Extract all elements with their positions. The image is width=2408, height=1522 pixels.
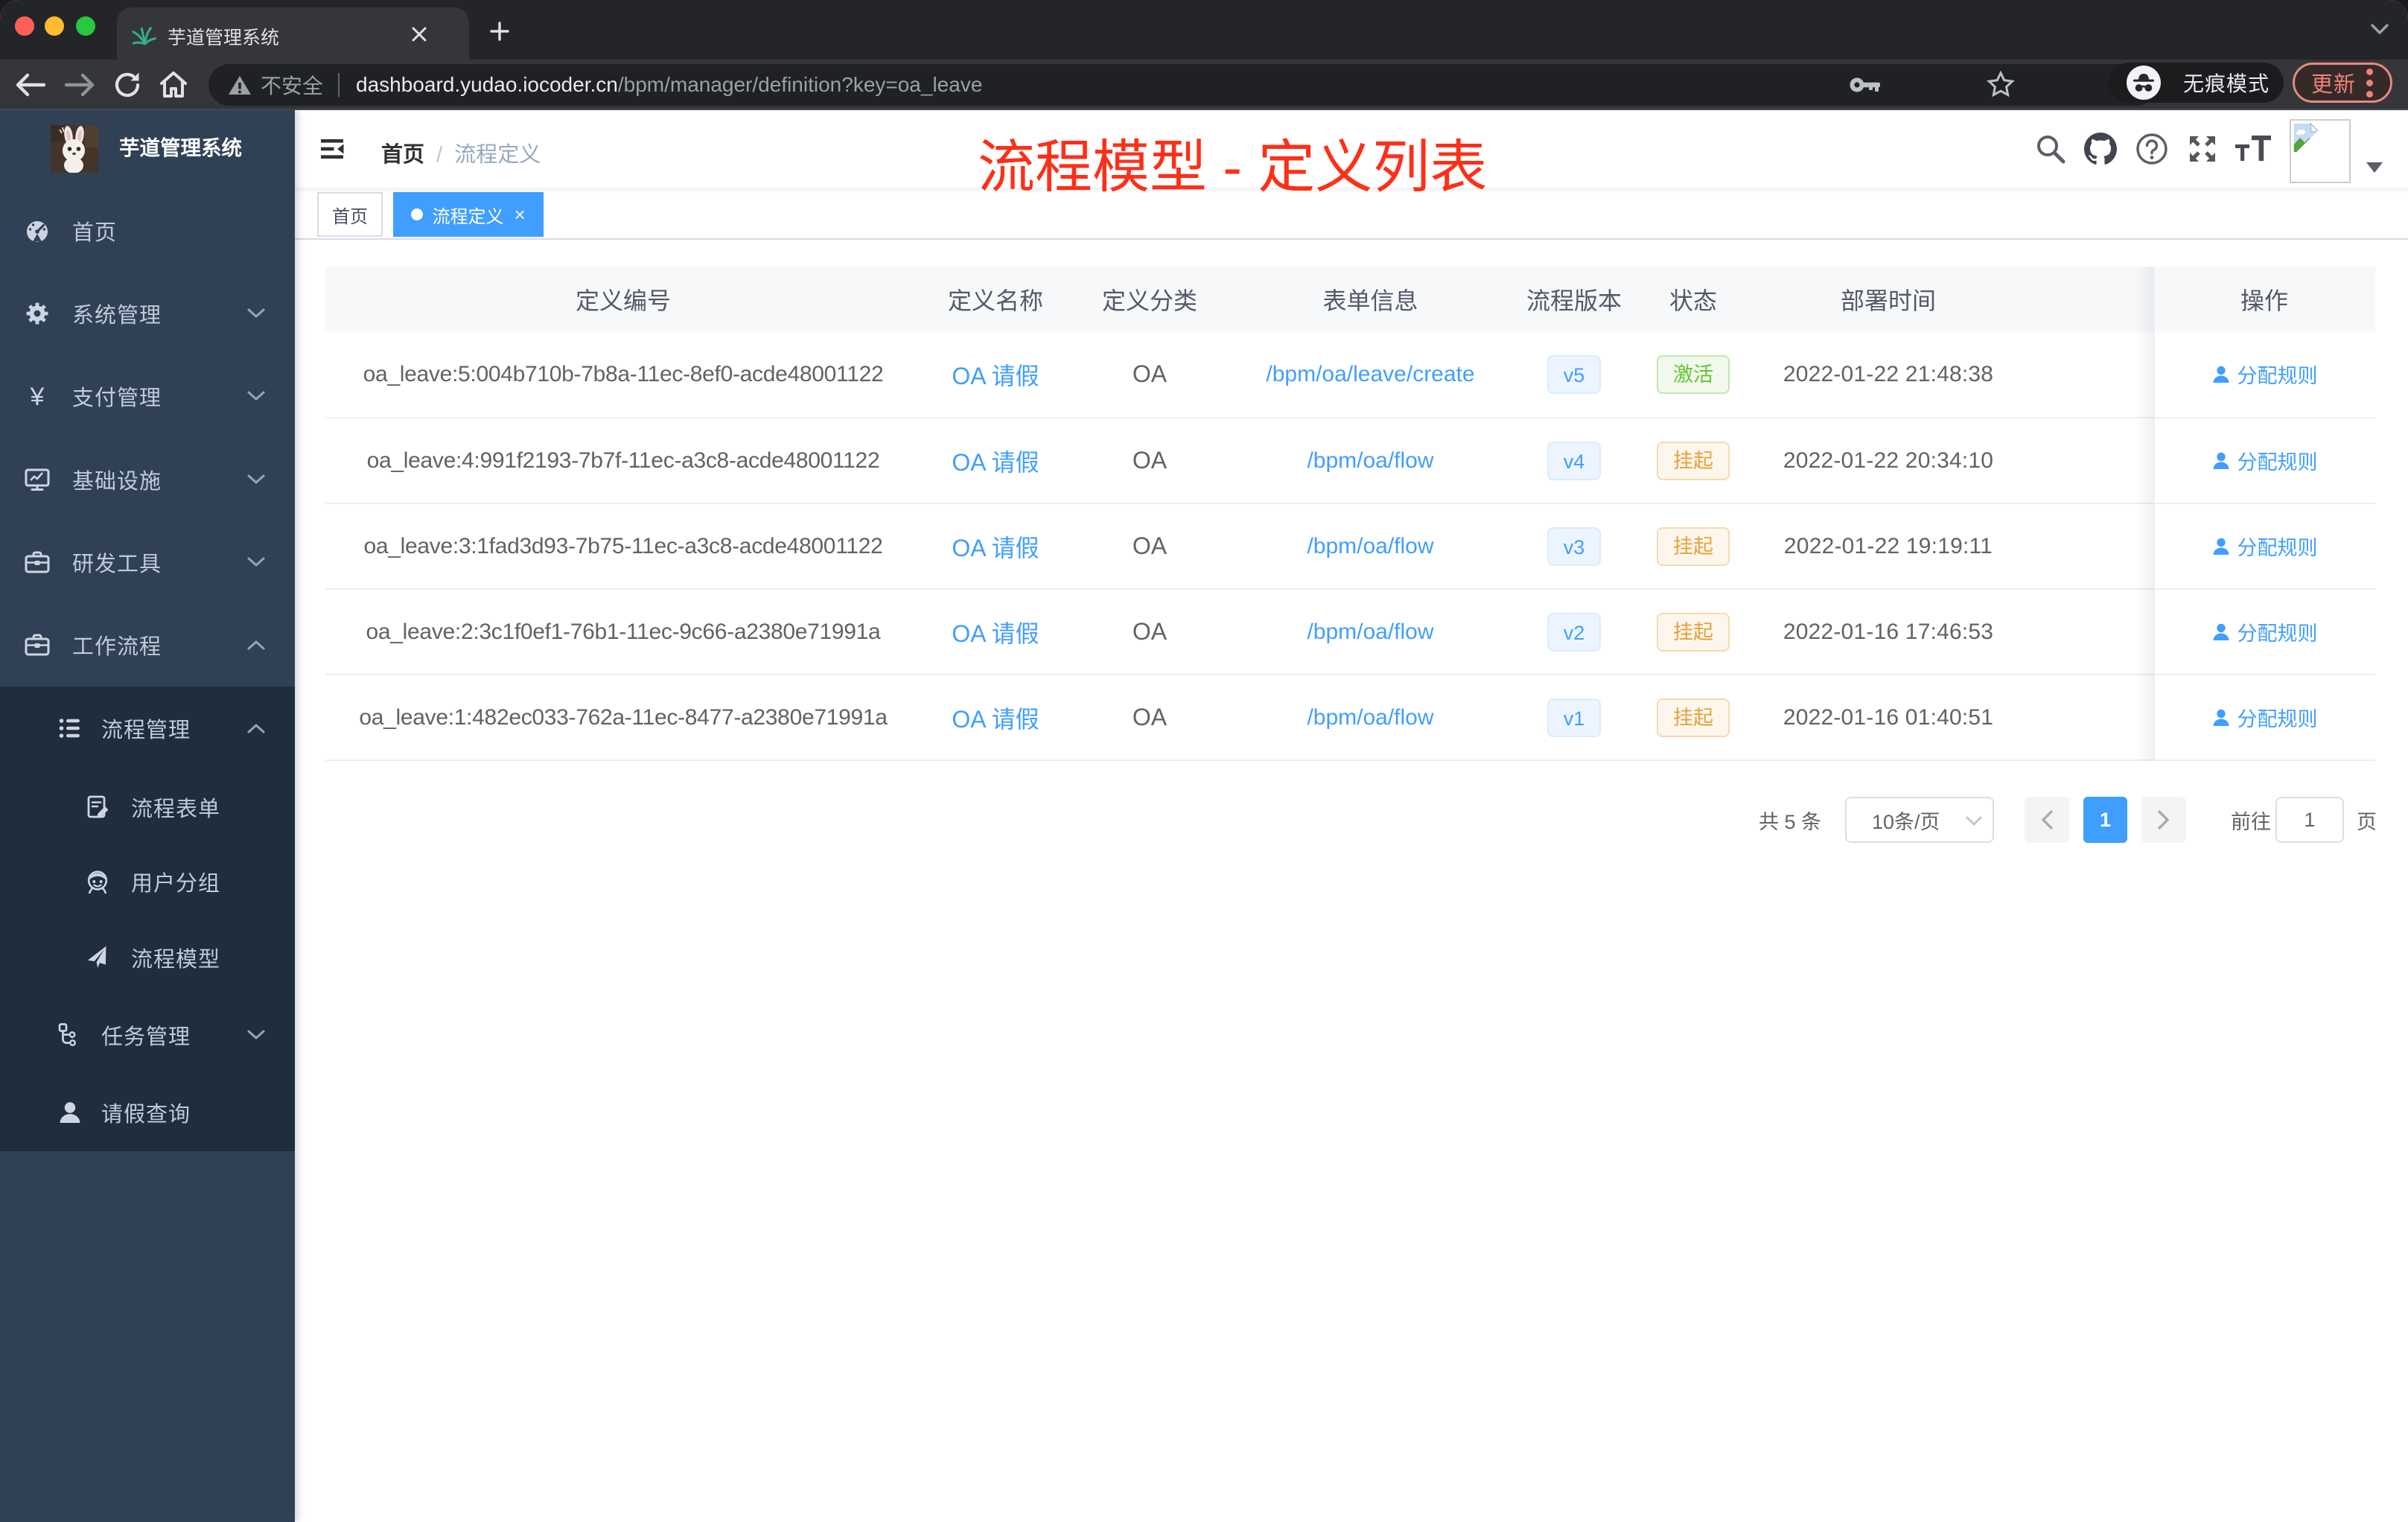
svg-text:¥: ¥ bbox=[30, 383, 45, 410]
